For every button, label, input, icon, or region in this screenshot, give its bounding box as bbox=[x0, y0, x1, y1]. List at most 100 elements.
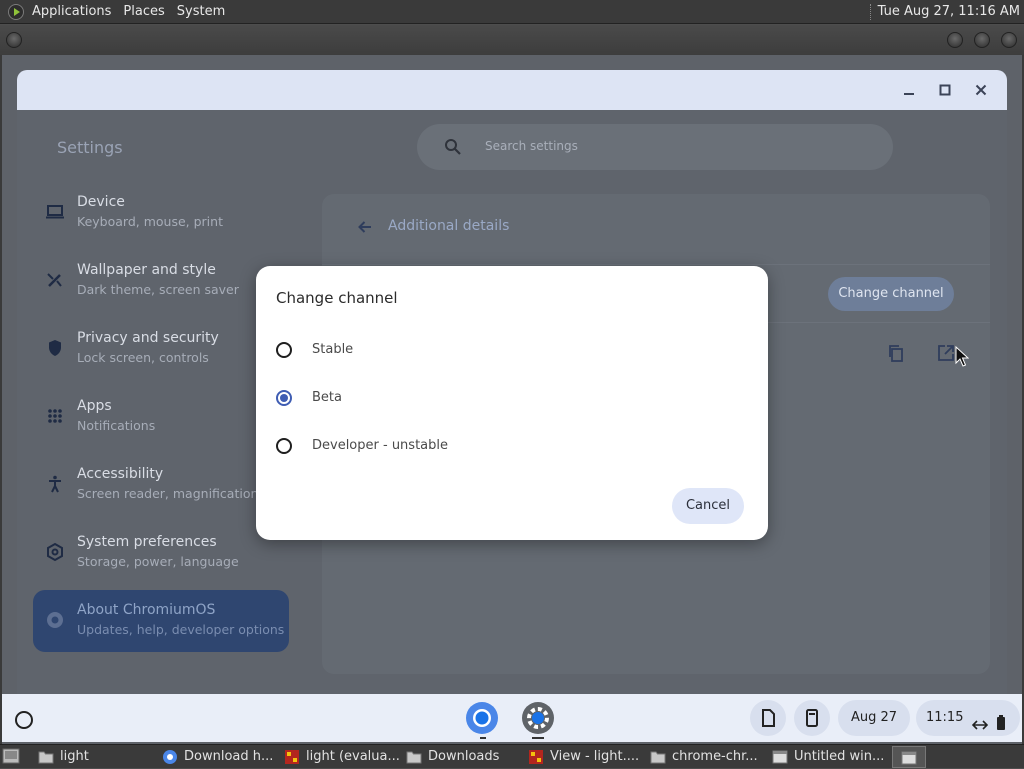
nav-title: Accessibility bbox=[77, 466, 164, 482]
system-menu[interactable]: System bbox=[171, 0, 231, 24]
places-menu[interactable]: Places bbox=[117, 0, 170, 24]
holding-space-icon[interactable] bbox=[750, 700, 786, 736]
date-tray[interactable]: Aug 27 bbox=[838, 700, 910, 736]
nav-subtitle: Lock screen, controls bbox=[77, 350, 209, 365]
taskbar-item-light[interactable]: light bbox=[34, 746, 156, 768]
nav-title: About ChromiumOS bbox=[77, 602, 216, 618]
chromeos-shelf: Aug 27 11:15 bbox=[2, 694, 1022, 742]
window-frame-bar bbox=[0, 25, 1024, 55]
nav-subtitle: Notifications bbox=[77, 418, 156, 433]
app-active-indicator bbox=[532, 737, 544, 739]
nav-subtitle: Screen reader, magnification bbox=[77, 486, 259, 501]
taskbar-item-view-light[interactable]: View - light.... bbox=[524, 746, 644, 768]
back-arrow-icon[interactable] bbox=[356, 218, 374, 236]
accessibility-icon bbox=[45, 474, 65, 494]
taskbar-item-label: Downloads bbox=[428, 749, 500, 764]
radio-developer[interactable] bbox=[276, 438, 292, 454]
nav-subtitle: Keyboard, mouse, print bbox=[77, 214, 223, 229]
nav-subtitle: Dark theme, screen saver bbox=[77, 282, 239, 297]
battery-icon bbox=[996, 710, 1006, 730]
app-running-indicator bbox=[480, 737, 486, 739]
taskbar-item-light-evaluation[interactable]: light (evalua... bbox=[280, 746, 400, 768]
close-frame-icon[interactable] bbox=[1001, 32, 1017, 48]
radio-beta[interactable] bbox=[276, 390, 292, 406]
taskbar-item-label: light (evalua... bbox=[306, 749, 400, 764]
radio-stable[interactable] bbox=[276, 342, 292, 358]
panel-separator bbox=[869, 3, 872, 20]
dialog-title: Change channel bbox=[276, 289, 398, 307]
window-icon bbox=[772, 749, 788, 765]
minimize-icon[interactable] bbox=[897, 78, 921, 102]
network-arrows-icon bbox=[971, 711, 989, 730]
taskbar-item-download[interactable]: Download h... bbox=[158, 746, 278, 768]
taskbar-item-active-window[interactable] bbox=[892, 746, 926, 768]
taskbar-item-downloads[interactable]: Downloads bbox=[402, 746, 522, 768]
status-tray[interactable]: 11:15 bbox=[916, 700, 1020, 736]
nav-item-accessibility[interactable]: Accessibility Screen reader, magnificati… bbox=[33, 454, 289, 516]
panel-clock[interactable]: Tue Aug 27, 11:16 AM bbox=[878, 4, 1020, 19]
nav-title: Device bbox=[77, 194, 125, 210]
search-settings-box[interactable]: Search settings bbox=[417, 124, 893, 170]
shield-icon bbox=[45, 338, 65, 358]
nav-subtitle: Storage, power, language bbox=[77, 554, 239, 569]
terminal-icon bbox=[284, 749, 300, 765]
folder-icon bbox=[406, 749, 422, 765]
window-menu-icon[interactable] bbox=[6, 32, 22, 48]
show-desktop-icon[interactable] bbox=[2, 748, 20, 765]
terminal-icon bbox=[528, 749, 544, 765]
window-icon bbox=[901, 750, 917, 766]
copy-icon[interactable] bbox=[886, 343, 906, 363]
shelf-time: 11:15 bbox=[926, 710, 964, 725]
minimize-frame-icon[interactable] bbox=[947, 32, 963, 48]
laptop-icon bbox=[45, 202, 65, 222]
folder-icon bbox=[650, 749, 666, 765]
change-channel-dialog: Change channel Stable Beta Developer - u… bbox=[256, 266, 768, 540]
applications-menu[interactable]: Applications bbox=[26, 0, 117, 24]
nav-subtitle: Updates, help, developer options bbox=[77, 622, 285, 637]
close-icon[interactable] bbox=[969, 78, 993, 102]
nav-title: Privacy and security bbox=[77, 330, 219, 346]
taskbar-item-label: Untitled win... bbox=[794, 749, 885, 764]
mouse-cursor-icon bbox=[955, 345, 970, 368]
nav-item-about-chromiumos[interactable]: About ChromiumOS Updates, help, develope… bbox=[33, 590, 289, 652]
settings-app-title: Settings bbox=[57, 138, 123, 157]
folder-icon bbox=[38, 749, 54, 765]
radio-label-stable[interactable]: Stable bbox=[312, 342, 353, 357]
radio-label-developer[interactable]: Developer - unstable bbox=[312, 438, 448, 453]
nav-item-device[interactable]: Device Keyboard, mouse, print bbox=[33, 182, 289, 244]
top-panel: Applications Places System Tue Aug 27, 1… bbox=[0, 0, 1024, 24]
paintbrush-icon bbox=[45, 270, 65, 290]
taskbar-item-label: View - light.... bbox=[550, 749, 640, 764]
nav-item-privacy[interactable]: Privacy and security Lock screen, contro… bbox=[33, 318, 289, 380]
system-gear-icon bbox=[45, 542, 65, 562]
search-input[interactable]: Search settings bbox=[485, 139, 578, 153]
taskbar-item-untitled-window[interactable]: Untitled win... bbox=[768, 746, 890, 768]
settings-app-icon[interactable] bbox=[520, 700, 556, 736]
chromium-icon bbox=[45, 610, 65, 630]
taskbar-item-label: light bbox=[60, 749, 89, 764]
nav-title: System preferences bbox=[77, 534, 217, 550]
nav-title: Wallpaper and style bbox=[77, 262, 216, 278]
nav-item-wallpaper[interactable]: Wallpaper and style Dark theme, screen s… bbox=[33, 250, 289, 312]
nav-item-system-preferences[interactable]: System preferences Storage, power, langu… bbox=[33, 522, 289, 584]
nav-title: Apps bbox=[77, 398, 112, 414]
chromium-browser-icon[interactable] bbox=[464, 700, 500, 736]
applications-menu-icon[interactable] bbox=[8, 3, 24, 20]
change-channel-button[interactable]: Change channel bbox=[828, 277, 954, 311]
page-title: Additional details bbox=[388, 218, 510, 234]
radio-label-beta[interactable]: Beta bbox=[312, 390, 342, 405]
cancel-button[interactable]: Cancel bbox=[672, 488, 744, 524]
bottom-taskbar: light Download h... light (evalua... Dow… bbox=[0, 744, 1024, 768]
launcher-button[interactable] bbox=[6, 702, 38, 734]
maximize-frame-icon[interactable] bbox=[974, 32, 990, 48]
search-icon bbox=[443, 137, 463, 157]
open-external-icon[interactable] bbox=[936, 343, 956, 363]
phone-hub-icon[interactable] bbox=[794, 700, 830, 736]
maximize-icon[interactable] bbox=[933, 78, 957, 102]
nav-item-apps[interactable]: Apps Notifications bbox=[33, 386, 289, 448]
taskbar-item-chrome-chr[interactable]: chrome-chr... bbox=[646, 746, 766, 768]
apps-grid-icon bbox=[45, 406, 65, 426]
taskbar-item-label: Download h... bbox=[184, 749, 274, 764]
taskbar-item-label: chrome-chr... bbox=[672, 749, 758, 764]
chrome-icon bbox=[162, 749, 178, 765]
